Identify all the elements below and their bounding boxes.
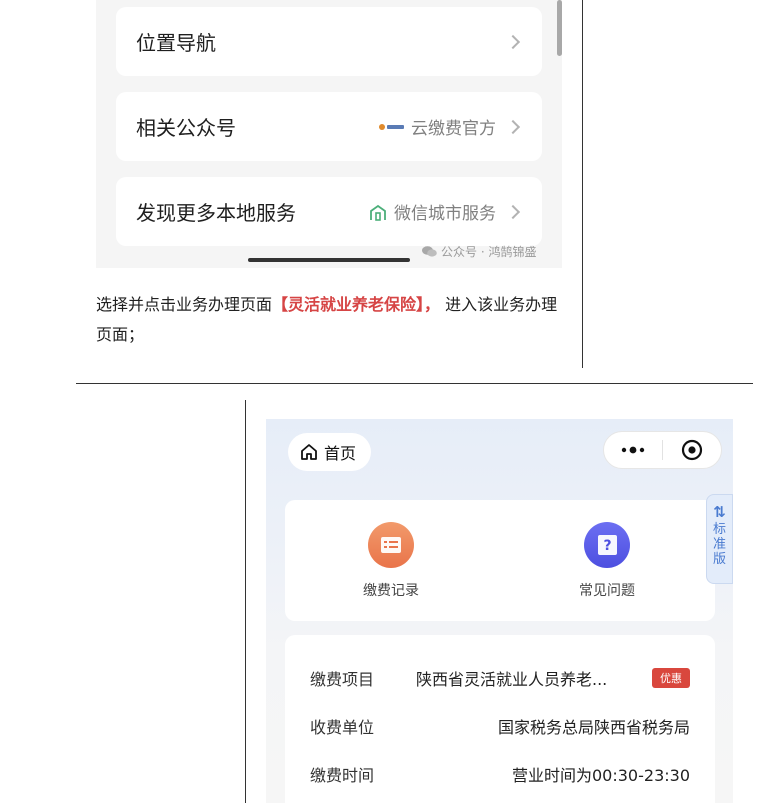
question-icon: ? (584, 522, 630, 568)
info-row-payment-item[interactable]: 缴费项目 陕西省灵活就业人员养老... 优惠 (310, 663, 690, 693)
quick-action-label: 缴费记录 (363, 583, 419, 599)
info-value: 陕西省灵活就业人员养老... (416, 670, 608, 689)
info-row-payee: 收费单位 国家税务总局陕西省税务局 (310, 711, 690, 741)
home-icon (301, 444, 317, 460)
caption-text: 选择并点击业务办理页面 (96, 295, 273, 314)
info-value: 国家税务总局陕西省税务局 (497, 718, 690, 737)
city-service-icon (370, 204, 386, 221)
card-discover-local-services[interactable]: 发现更多本地服务 微信城市服务 (116, 177, 542, 246)
std-tab-char: 版 (712, 552, 726, 567)
scrollbar[interactable] (557, 0, 562, 56)
table-border (582, 0, 583, 368)
card-title: 相关公众号 (136, 116, 236, 140)
payment-record-button[interactable]: 缴费记录 (331, 522, 451, 600)
target-icon (681, 439, 703, 461)
top-screenshot: 位置导航 相关公众号 云缴费官方 发现更多本地服务 微信城市服务 公众号 · 鸿… (96, 0, 562, 268)
yunjiaofei-logo-icon (379, 123, 404, 130)
card-extra (496, 34, 522, 49)
caption-highlight: 【灵活就业养老保险】， (272, 295, 441, 314)
home-button[interactable]: 首页 (288, 433, 371, 471)
more-dots-icon (621, 446, 645, 454)
std-tab-char: 标 (712, 522, 726, 537)
info-label: 缴费项目 (310, 670, 375, 689)
card-title: 位置导航 (136, 31, 216, 55)
table-border (245, 400, 246, 803)
bottom-screenshot: 首页 缴费记录 ? 常见问题 ⇅ 标 准 版 缴费项目 陕西省灵活就业人员养老.… (266, 419, 733, 803)
card-title: 发现更多本地服务 (136, 201, 296, 225)
card-related-official-account[interactable]: 相关公众号 云缴费官方 (116, 92, 542, 161)
watermark: 公众号 · 鸿鹄锦盛 (422, 243, 536, 260)
info-row-payment-time: 缴费时间 营业时间为00:30-23:30 (310, 759, 690, 789)
swap-icon: ⇅ (713, 503, 726, 521)
svg-text:?: ? (603, 538, 611, 554)
quick-actions-card: 缴费记录 ? 常见问题 (285, 500, 715, 621)
home-label: 首页 (324, 444, 357, 463)
quick-action-label: 常见问题 (579, 583, 635, 599)
wechat-icon (422, 246, 437, 257)
card-location-navigation[interactable]: 位置导航 (116, 7, 542, 76)
info-label: 缴费时间 (310, 766, 375, 785)
std-tab-char: 准 (712, 537, 726, 552)
home-indicator (248, 258, 410, 262)
faq-button[interactable]: ? 常见问题 (547, 522, 667, 600)
miniprogram-capsule (603, 431, 722, 469)
info-value: 营业时间为00:30-23:30 (512, 766, 690, 785)
service-name: 微信城市服务 (394, 204, 496, 224)
more-button[interactable] (604, 446, 662, 454)
table-border (76, 383, 753, 384)
close-miniprogram-button[interactable] (663, 439, 721, 461)
chevron-right-icon (505, 204, 521, 219)
chevron-right-icon (505, 119, 521, 134)
info-label: 收费单位 (310, 718, 375, 737)
card-extra: 微信城市服务 (368, 199, 522, 224)
watermark-text: 公众号 · 鸿鹄锦盛 (441, 245, 537, 259)
discount-badge: 优惠 (652, 668, 690, 688)
chevron-right-icon (505, 34, 521, 49)
card-extra: 云缴费官方 (379, 114, 522, 139)
instruction-caption: 选择并点击业务办理页面【灵活就业养老保险】， 进入该业务办理页面； (96, 290, 566, 350)
list-icon (368, 522, 414, 568)
standard-version-toggle[interactable]: ⇅ 标 准 版 (706, 494, 733, 584)
payment-info-card: 缴费项目 陕西省灵活就业人员养老... 优惠 收费单位 国家税务总局陕西省税务局… (285, 635, 715, 803)
account-name: 云缴费官方 (411, 119, 496, 139)
